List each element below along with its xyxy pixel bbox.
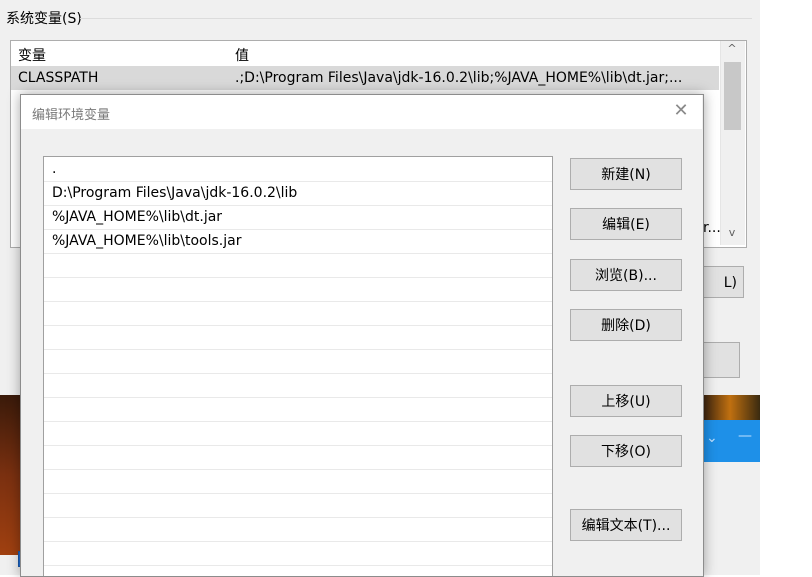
column-header-value[interactable]: 值 xyxy=(235,45,249,65)
dialog-title: 编辑环境变量 xyxy=(32,108,111,123)
scroll-down-arrow-icon[interactable]: v xyxy=(720,226,744,239)
background-button-label: L) xyxy=(723,275,737,291)
browse-button[interactable]: 浏览(B)... xyxy=(570,259,682,291)
list-item[interactable] xyxy=(44,469,552,494)
variable-value: .;D:\Program Files\Java\jdk-16.0.2\lib;%… xyxy=(235,70,683,86)
move-down-button[interactable]: 下移(O) xyxy=(570,435,682,467)
list-item[interactable] xyxy=(44,541,552,566)
dialog-titlebar xyxy=(21,95,702,129)
delete-button[interactable]: 删除(D) xyxy=(570,309,682,341)
blue-toolbar-fragment: ⌄ — xyxy=(700,420,760,462)
system-variables-group-label: 系统变量(S) xyxy=(6,11,82,27)
list-item[interactable] xyxy=(44,277,552,302)
list-item-text: D:\Program Files\Java\jdk-16.0.2\lib xyxy=(52,185,298,201)
list-item[interactable] xyxy=(44,493,552,518)
move-up-button[interactable]: 上移(U) xyxy=(570,385,682,417)
list-item[interactable]: %JAVA_HOME%\lib\tools.jar xyxy=(44,229,552,254)
list-item[interactable] xyxy=(44,445,552,470)
list-item-text: %JAVA_HOME%\lib\tools.jar xyxy=(52,233,242,249)
list-item[interactable] xyxy=(44,517,552,542)
group-divider xyxy=(80,18,752,19)
list-item[interactable] xyxy=(44,253,552,278)
variable-name: CLASSPATH xyxy=(18,70,99,86)
list-item[interactable]: %JAVA_HOME%\lib\dt.jar xyxy=(44,205,552,230)
scrollbar-thumb[interactable] xyxy=(724,62,741,130)
list-item[interactable] xyxy=(44,349,552,374)
scroll-up-arrow-icon[interactable]: ^ xyxy=(720,42,744,55)
desktop-wallpaper-fragment xyxy=(0,395,20,555)
partial-cell-text: r... xyxy=(703,220,721,236)
list-item-text: %JAVA_HOME%\lib\dt.jar xyxy=(52,209,223,225)
table-header: 变量 值 xyxy=(11,41,719,65)
close-icon[interactable]: ✕ xyxy=(670,100,692,122)
chevron-down-icon: ⌄ xyxy=(706,430,718,446)
list-item-text: . xyxy=(52,161,57,177)
list-item[interactable]: D:\Program Files\Java\jdk-16.0.2\lib xyxy=(44,181,552,206)
list-item[interactable] xyxy=(44,373,552,398)
edit-text-button[interactable]: 编辑文本(T)... xyxy=(570,509,682,541)
edit-button[interactable]: 编辑(E) xyxy=(570,208,682,240)
list-item[interactable] xyxy=(44,301,552,326)
new-button[interactable]: 新建(N) xyxy=(570,158,682,190)
list-item[interactable] xyxy=(44,325,552,350)
table-row-classpath[interactable]: CLASSPATH .;D:\Program Files\Java\jdk-16… xyxy=(11,66,719,90)
minus-icon: — xyxy=(738,428,752,444)
list-item[interactable] xyxy=(44,421,552,446)
list-item[interactable] xyxy=(44,397,552,422)
column-header-variable[interactable]: 变量 xyxy=(18,45,46,65)
list-item[interactable]: . xyxy=(44,157,552,182)
path-entries-list[interactable]: . D:\Program Files\Java\jdk-16.0.2\lib %… xyxy=(43,156,553,576)
desktop-wallpaper-fragment-right xyxy=(700,395,760,420)
